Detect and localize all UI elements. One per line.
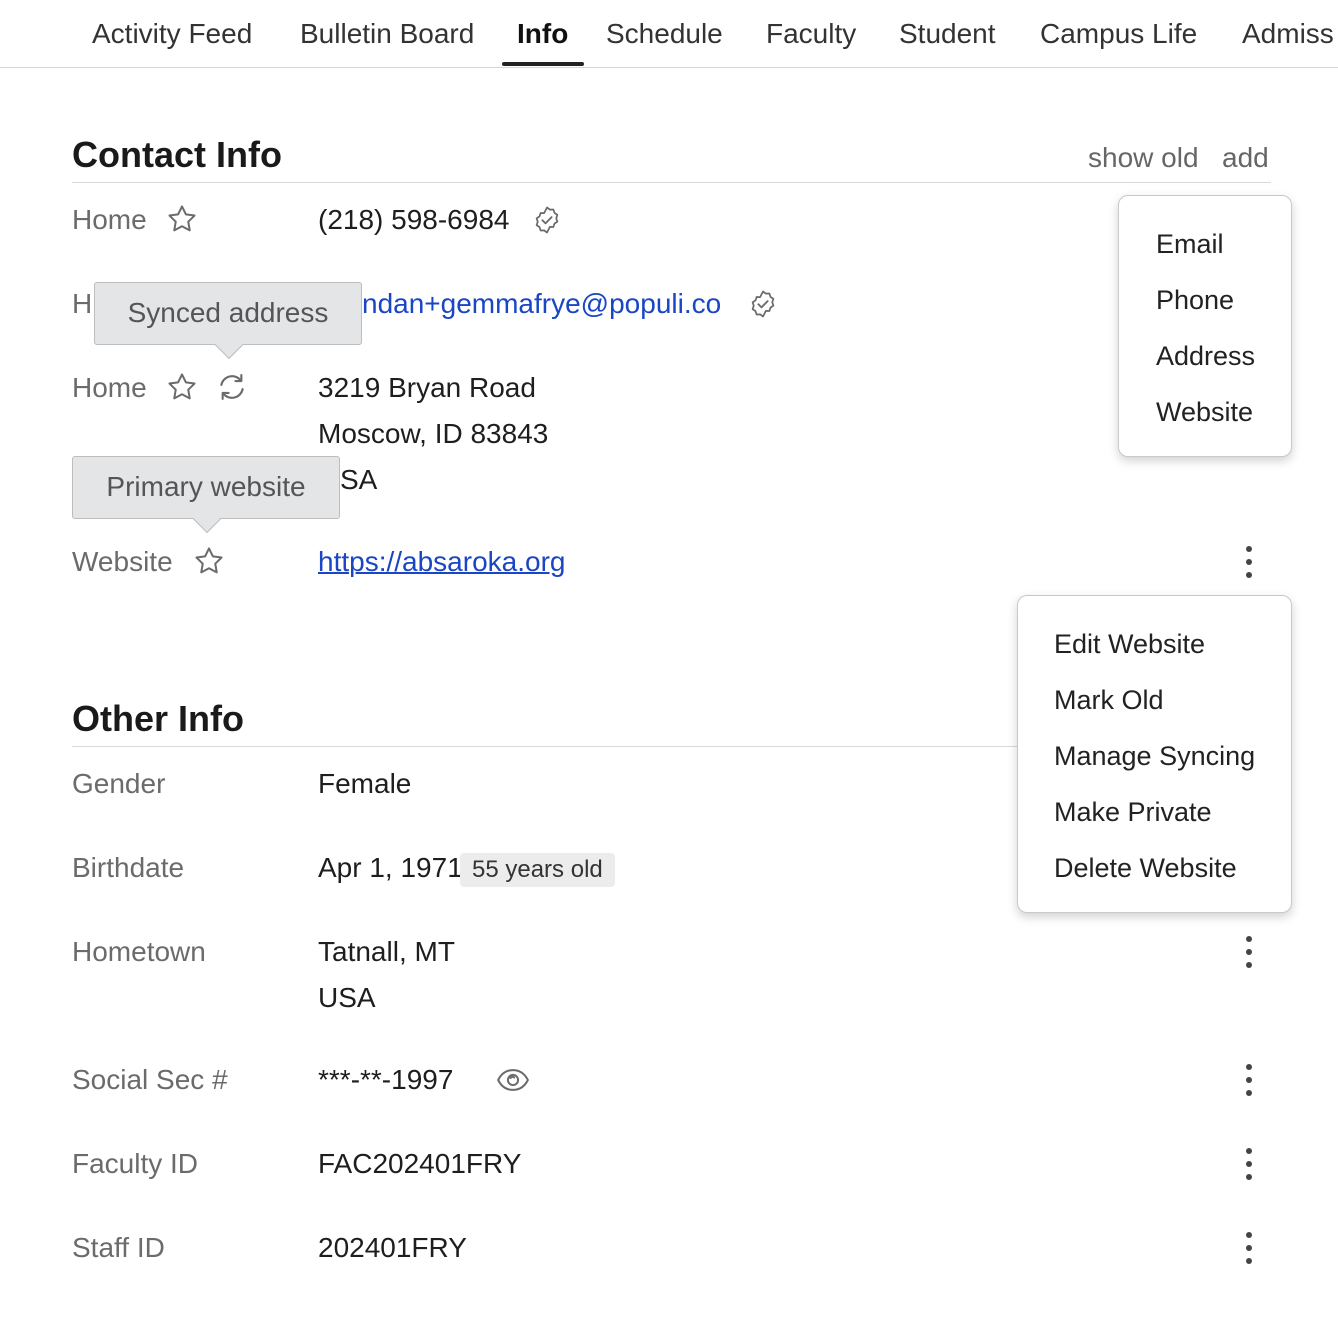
tab-faculty[interactable]: Faculty xyxy=(766,18,856,50)
tab-admissions[interactable]: Admiss xyxy=(1242,18,1334,50)
add-email-item[interactable]: Email xyxy=(1156,229,1224,260)
kebab-menu-icon[interactable] xyxy=(1237,1228,1261,1268)
faculty-id-value: FAC202401FRY xyxy=(318,1148,522,1179)
ssn-value: ***-**-1997 xyxy=(318,1064,454,1095)
show-old-link[interactable]: show old xyxy=(1088,142,1199,174)
website-link[interactable]: https://absaroka.org xyxy=(318,539,565,585)
address-line-1: 3219 Bryan Road xyxy=(318,372,536,403)
edit-website-item[interactable]: Edit Website xyxy=(1054,629,1205,660)
staff-id-value: 202401FRY xyxy=(318,1232,467,1263)
phone-value[interactable]: (218) 598-6984 xyxy=(318,197,509,243)
kebab-menu-icon[interactable] xyxy=(1237,1144,1261,1184)
gender-label: Gender xyxy=(72,768,166,799)
hometown-line-2: USA xyxy=(318,982,376,1013)
synced-address-tooltip: Synced address xyxy=(94,282,362,360)
email-type-label: H xyxy=(72,288,93,319)
address-line-3: SA xyxy=(340,464,378,495)
tooltip-text: Synced address xyxy=(127,297,329,328)
kebab-menu-icon[interactable] xyxy=(1237,1060,1261,1100)
manage-syncing-item[interactable]: Manage Syncing xyxy=(1054,741,1255,772)
star-icon[interactable] xyxy=(166,203,198,235)
add-website-item[interactable]: Website xyxy=(1156,397,1253,428)
tab-bar: Activity Feed Bulletin Board Info Schedu… xyxy=(0,0,1338,68)
contact-info-title: Contact Info xyxy=(72,134,282,175)
verified-badge-icon xyxy=(748,289,778,319)
address-type-label: Home xyxy=(72,372,147,403)
delete-website-item[interactable]: Delete Website xyxy=(1054,853,1237,884)
add-link[interactable]: add xyxy=(1222,142,1269,174)
sync-icon[interactable] xyxy=(215,370,249,404)
tab-info[interactable]: Info xyxy=(517,18,568,50)
hometown-line-1: Tatnall, MT xyxy=(318,936,455,967)
kebab-menu-icon[interactable] xyxy=(1237,932,1261,972)
phone-type-label: Home xyxy=(72,204,147,235)
eye-icon[interactable] xyxy=(496,1064,530,1096)
kebab-menu-icon[interactable] xyxy=(1237,542,1261,582)
email-link[interactable]: ndan+gemmafrye@populi.co xyxy=(362,281,721,327)
add-phone-item[interactable]: Phone xyxy=(1156,285,1234,316)
other-info-title: Other Info xyxy=(72,698,244,739)
star-icon[interactable] xyxy=(193,545,225,577)
tab-campus-life[interactable]: Campus Life xyxy=(1040,18,1197,50)
birthdate-label: Birthdate xyxy=(72,852,185,883)
primary-website-tooltip: Primary website xyxy=(72,456,340,534)
mark-old-item[interactable]: Mark Old xyxy=(1054,685,1164,716)
make-private-item[interactable]: Make Private xyxy=(1054,797,1212,828)
hometown-label: Hometown xyxy=(72,936,206,967)
tab-activity-feed[interactable]: Activity Feed xyxy=(92,18,252,50)
staff-id-label: Staff ID xyxy=(72,1232,165,1263)
age-badge: 55 years old xyxy=(460,853,615,887)
website-actions-menu: Edit Website Mark Old Manage Syncing Mak… xyxy=(1017,595,1292,913)
ssn-label: Social Sec # xyxy=(72,1064,228,1095)
gender-value: Female xyxy=(318,768,412,799)
address-line-2: Moscow, ID 83843 xyxy=(318,418,549,449)
star-icon[interactable] xyxy=(166,371,198,403)
contact-divider xyxy=(72,182,1271,183)
add-dropdown-menu: Email Phone Address Website xyxy=(1118,195,1292,457)
tab-bulletin-board[interactable]: Bulletin Board xyxy=(300,18,474,50)
tab-schedule[interactable]: Schedule xyxy=(606,18,723,50)
faculty-id-label: Faculty ID xyxy=(72,1148,199,1179)
tooltip-text: Primary website xyxy=(106,471,306,502)
active-tab-indicator xyxy=(502,62,584,66)
verified-badge-icon xyxy=(532,205,562,235)
birthdate-value: Apr 1, 1971 xyxy=(318,852,463,883)
add-address-item[interactable]: Address xyxy=(1156,341,1255,372)
tab-student[interactable]: Student xyxy=(899,18,996,50)
website-type-label: Website xyxy=(72,546,173,577)
